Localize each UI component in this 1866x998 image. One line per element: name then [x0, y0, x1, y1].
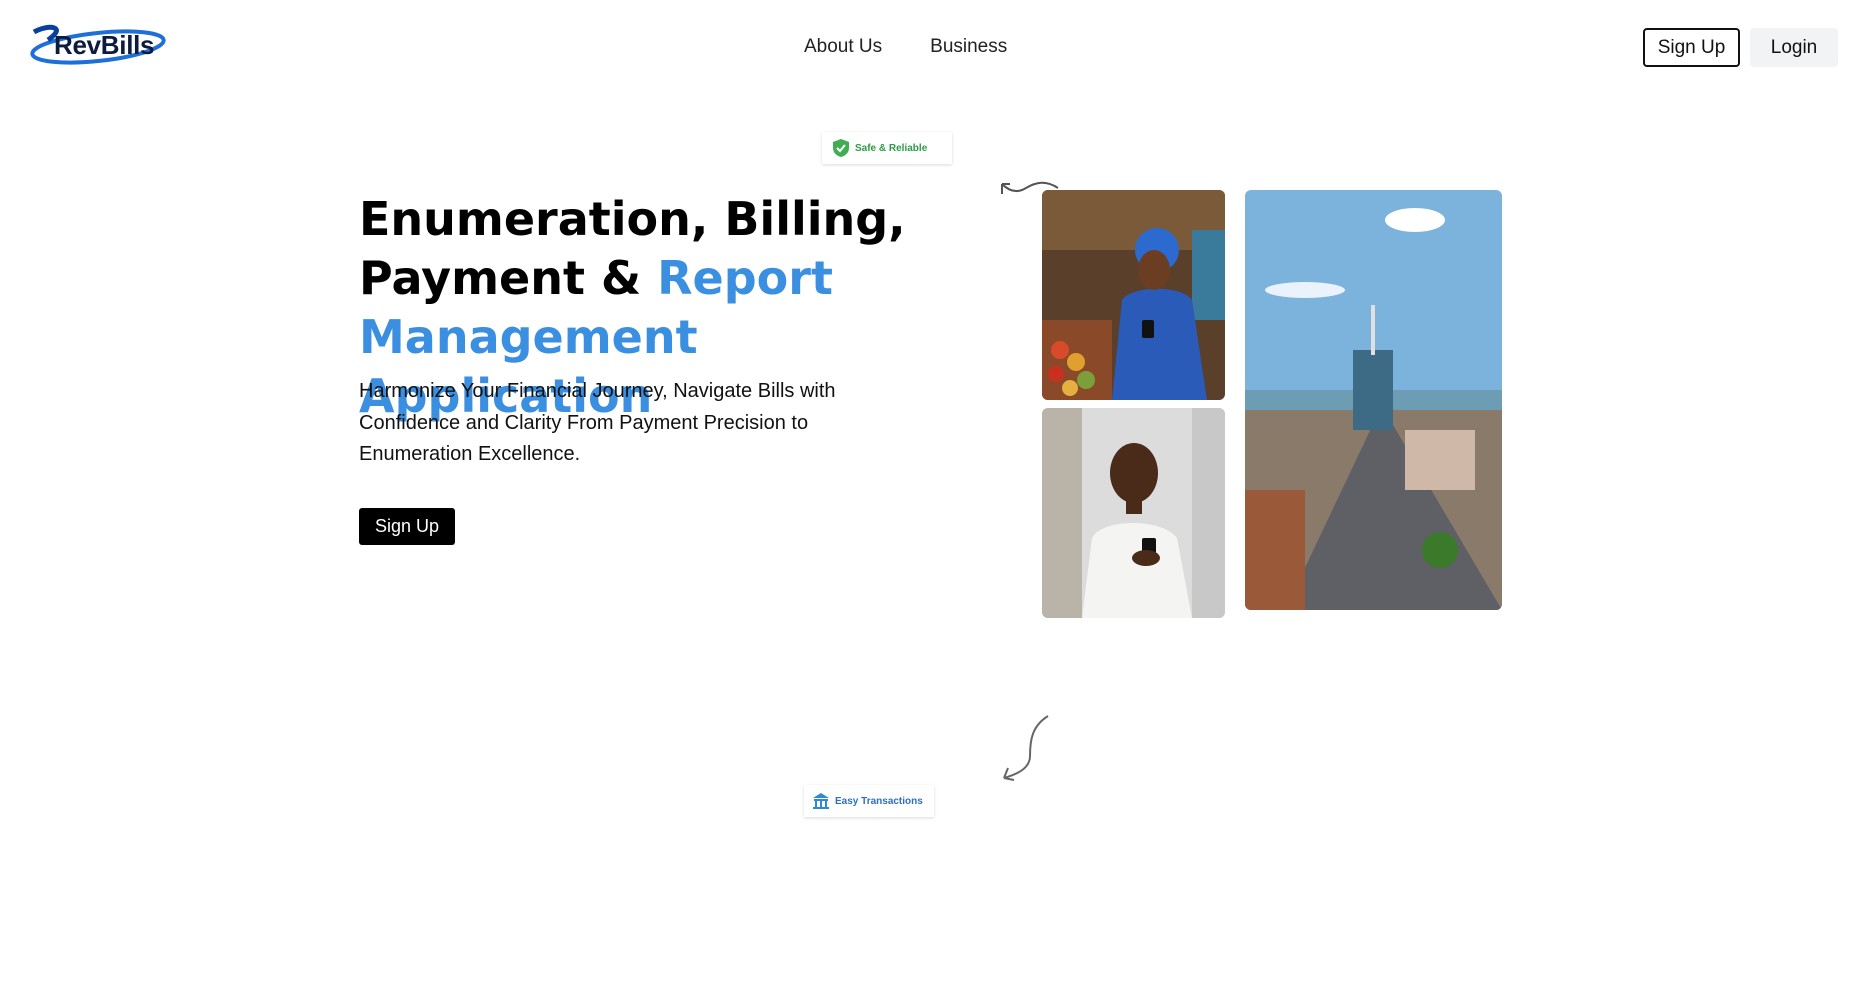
city-skyline-photo — [1245, 190, 1502, 610]
logo-text: RevBills — [54, 30, 155, 60]
easy-transactions-badge: Easy Transactions — [804, 785, 934, 817]
easy-badge-label: Easy Transactions — [835, 795, 923, 807]
header-signup-button[interactable]: Sign Up — [1643, 28, 1740, 67]
revbills-logo[interactable]: RevBills — [28, 22, 168, 72]
market-woman-photo — [1042, 190, 1225, 400]
main-nav: About Us Business — [804, 36, 1007, 58]
headline-line1: Enumeration, Billing, — [359, 192, 906, 246]
headline-accent-report: Report — [657, 251, 833, 305]
bank-icon — [813, 793, 829, 809]
headline-line2: Payment & — [359, 251, 658, 305]
man-with-phone-photo — [1042, 408, 1225, 618]
safe-reliable-badge: Safe & Reliable — [822, 132, 952, 164]
header-login-button[interactable]: Login — [1750, 28, 1838, 67]
hero-signup-button[interactable]: Sign Up — [359, 508, 455, 545]
shield-check-icon — [833, 139, 849, 157]
nav-about-us[interactable]: About Us — [804, 36, 882, 58]
hero-subtitle: Harmonize Your Financial Journey, Naviga… — [359, 380, 836, 465]
curved-arrow-down-icon — [1003, 715, 1049, 781]
safe-badge-label: Safe & Reliable — [855, 142, 928, 154]
nav-business[interactable]: Business — [930, 36, 1007, 58]
